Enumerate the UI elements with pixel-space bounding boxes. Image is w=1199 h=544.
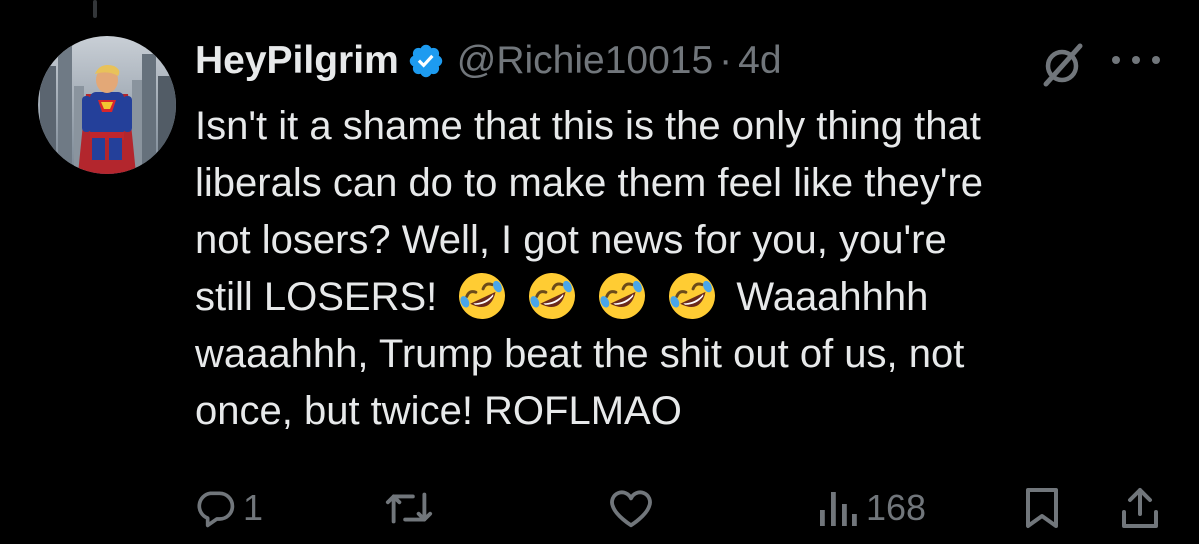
tweet-text-line: liberals can do to make them feel like t… (195, 161, 984, 205)
display-name[interactable]: HeyPilgrim (195, 39, 399, 83)
tweet-text-line-with-emojis: still LOSERS! Waaahhhh (195, 269, 1175, 326)
tweet-action-bar: 1 168 (0, 480, 1199, 540)
rolling-on-floor-laughing-emoji-icon (529, 273, 576, 319)
rolling-on-floor-laughing-emoji-icon (599, 273, 646, 319)
tweet-text-line: once, but twice! ROFLMAO (195, 389, 682, 433)
views-count: 168 (866, 487, 927, 528)
retweet-button[interactable] (384, 480, 440, 536)
share-icon (1122, 488, 1158, 528)
timestamp[interactable]: 4d (738, 39, 781, 83)
author-handle[interactable]: @Richie10015 (457, 39, 713, 83)
bookmark-button[interactable] (1022, 480, 1062, 536)
tweet-text-segment: still LOSERS! (195, 275, 438, 319)
tweet-text: Isn't it a shame that this is the only t… (195, 98, 1175, 440)
verified-badge-icon[interactable] (407, 42, 445, 80)
reply-count: 1 (243, 487, 264, 528)
reply-icon (197, 491, 235, 528)
views-button[interactable]: 168 (816, 480, 926, 536)
rolling-on-floor-laughing-emoji-icon (459, 273, 506, 319)
views-chart-icon (820, 492, 857, 526)
grok-icon[interactable] (1040, 42, 1086, 88)
like-button[interactable] (608, 480, 660, 536)
tweet-text-line: not losers? Well, I got news for you, yo… (195, 218, 947, 262)
share-button[interactable] (1118, 480, 1162, 536)
header-separator: · (719, 39, 733, 82)
thread-connector-line (93, 0, 97, 18)
heart-icon (610, 490, 652, 528)
reply-button[interactable]: 1 (193, 480, 263, 536)
retweet-icon (385, 492, 433, 524)
bookmark-icon (1026, 488, 1058, 528)
more-options-icon[interactable] (1108, 50, 1164, 70)
tweet-header: HeyPilgrim @Richie10015 · 4d (195, 36, 782, 86)
avatar[interactable] (38, 36, 176, 174)
tweet-text-line: waaahhh, Trump beat the shit out of us, … (195, 332, 965, 376)
avatar-image (38, 36, 176, 174)
rolling-on-floor-laughing-emoji-icon (669, 273, 716, 319)
tweet-text-segment: Waaahhhh (736, 275, 929, 319)
tweet-text-line: Isn't it a shame that this is the only t… (195, 104, 981, 148)
